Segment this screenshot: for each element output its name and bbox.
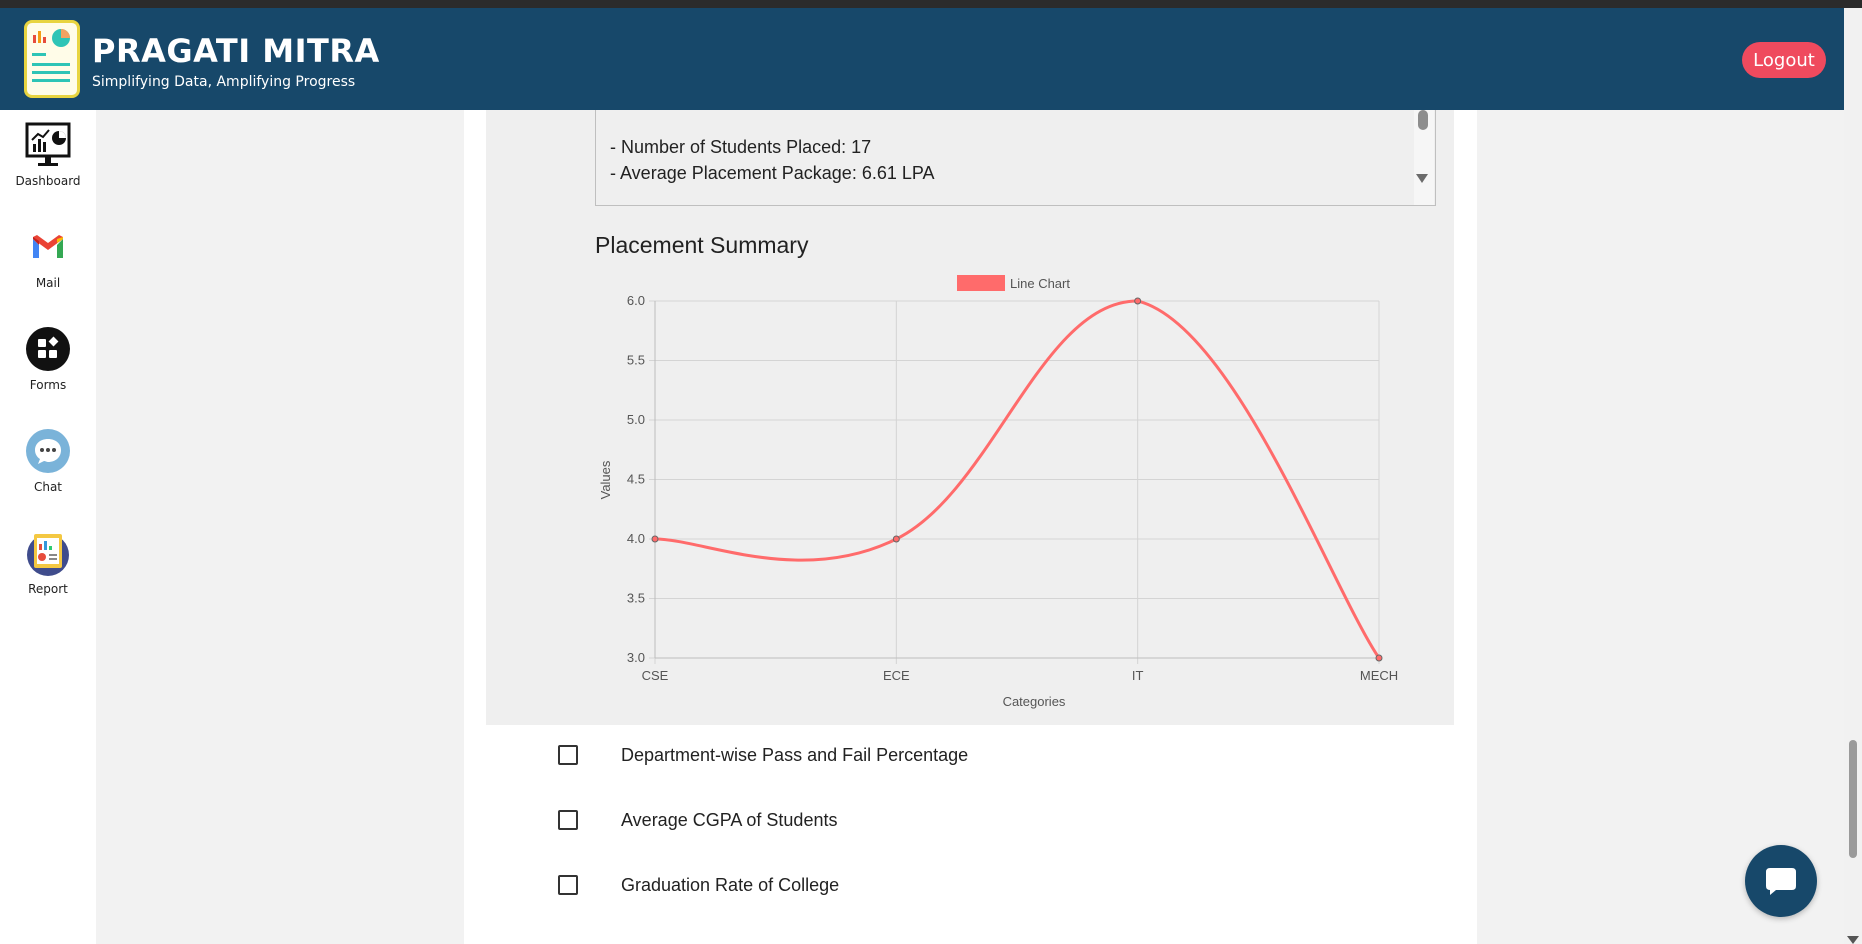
- chat-fab-button[interactable]: [1745, 845, 1817, 917]
- legend-label: Line Chart: [1010, 276, 1070, 291]
- dashboard-icon: [25, 122, 71, 168]
- sidebar-item-label: Dashboard: [15, 174, 81, 188]
- logout-button[interactable]: Logout: [1742, 42, 1826, 78]
- forms-icon: [25, 326, 71, 372]
- x-tick-label: IT: [1132, 668, 1144, 683]
- app-title: PRAGATI MITRA: [92, 32, 380, 70]
- summary-scrollbar-thumb[interactable]: [1418, 110, 1428, 130]
- sidebar-item-dashboard[interactable]: Dashboard: [0, 122, 96, 212]
- option-checkbox[interactable]: [558, 875, 578, 895]
- chart-section-title: Placement Summary: [595, 232, 809, 258]
- option-label: Average CGPA of Students: [621, 809, 838, 830]
- chart-legend: Line Chart: [957, 275, 1070, 291]
- report-icon: [25, 530, 71, 576]
- page-scrollbar-thumb[interactable]: [1849, 740, 1857, 858]
- placement-line-chart: 3.0 3.5 4.0 4.5 5.0 5.5 6.0 CSE ECE IT MECH Line …: [598, 275, 1398, 709]
- sidebar-item-chat[interactable]: Chat: [0, 428, 96, 518]
- data-point: [1375, 654, 1383, 662]
- y-tick-label: 5.5: [627, 353, 645, 368]
- option-pass-fail[interactable]: Department-wise Pass and Fail Percentage: [558, 735, 1258, 775]
- option-label: Graduation Rate of College: [621, 874, 840, 895]
- app-subtitle: Simplifying Data, Amplifying Progress: [92, 74, 356, 90]
- x-axis-label: Categories: [1003, 694, 1066, 709]
- y-tick-label: 5.0: [627, 412, 645, 427]
- summary-line-average-package: - Average Placement Package: 6.61 LPA: [610, 163, 935, 183]
- app-logo: [24, 20, 80, 98]
- option-average-cgpa[interactable]: Average CGPA of Students: [558, 800, 1258, 840]
- legend-swatch: [957, 275, 1005, 291]
- data-point: [1134, 297, 1142, 305]
- app-header: PRAGATI MITRA Simplifying Data, Amplifyi…: [0, 8, 1844, 110]
- mail-icon: [25, 224, 71, 270]
- scroll-down-arrow-icon[interactable]: [1416, 174, 1428, 183]
- sidebar-item-mail[interactable]: Mail: [0, 224, 96, 314]
- sidebar: Dashboard Mail Forms Chat Report: [0, 110, 96, 944]
- page-scroll-down-icon[interactable]: [1847, 936, 1859, 944]
- y-tick-label: 6.0: [627, 293, 645, 308]
- summary-scrollbar[interactable]: [1414, 110, 1434, 205]
- option-checkbox[interactable]: [558, 810, 578, 830]
- window-top-strip: [0, 0, 1862, 8]
- x-tick-label: ECE: [883, 668, 910, 683]
- chat-icon: [25, 428, 71, 474]
- sidebar-item-label: Mail: [35, 276, 61, 290]
- summary-line-students-placed: - Number of Students Placed: 17: [610, 137, 872, 157]
- option-checkbox[interactable]: [558, 745, 578, 765]
- placement-summary-textbox[interactable]: - Number of Students Placed: 17 - Averag…: [595, 110, 1436, 206]
- sidebar-item-label: Report: [28, 582, 68, 596]
- data-point: [892, 535, 900, 543]
- x-tick-label: CSE: [642, 668, 669, 683]
- sidebar-item-label: Forms: [29, 378, 67, 392]
- sidebar-item-forms[interactable]: Forms: [0, 326, 96, 416]
- sidebar-item-report[interactable]: Report: [0, 530, 96, 620]
- y-tick-label: 3.0: [627, 650, 645, 665]
- sidebar-item-label: Chat: [33, 480, 63, 494]
- x-tick-label: MECH: [1360, 668, 1398, 683]
- option-label: Department-wise Pass and Fail Percentage: [621, 744, 969, 765]
- y-tick-label: 3.5: [627, 591, 645, 606]
- chat-bubble-icon: [1766, 868, 1796, 895]
- y-tick-label: 4.0: [627, 531, 645, 546]
- chart-grid: [649, 300, 1380, 664]
- data-point: [651, 535, 659, 543]
- page-scrollbar[interactable]: [1844, 8, 1862, 944]
- y-axis-label: Values: [598, 460, 613, 499]
- option-graduation-rate[interactable]: Graduation Rate of College: [558, 865, 1258, 905]
- y-tick-label: 4.5: [627, 472, 645, 487]
